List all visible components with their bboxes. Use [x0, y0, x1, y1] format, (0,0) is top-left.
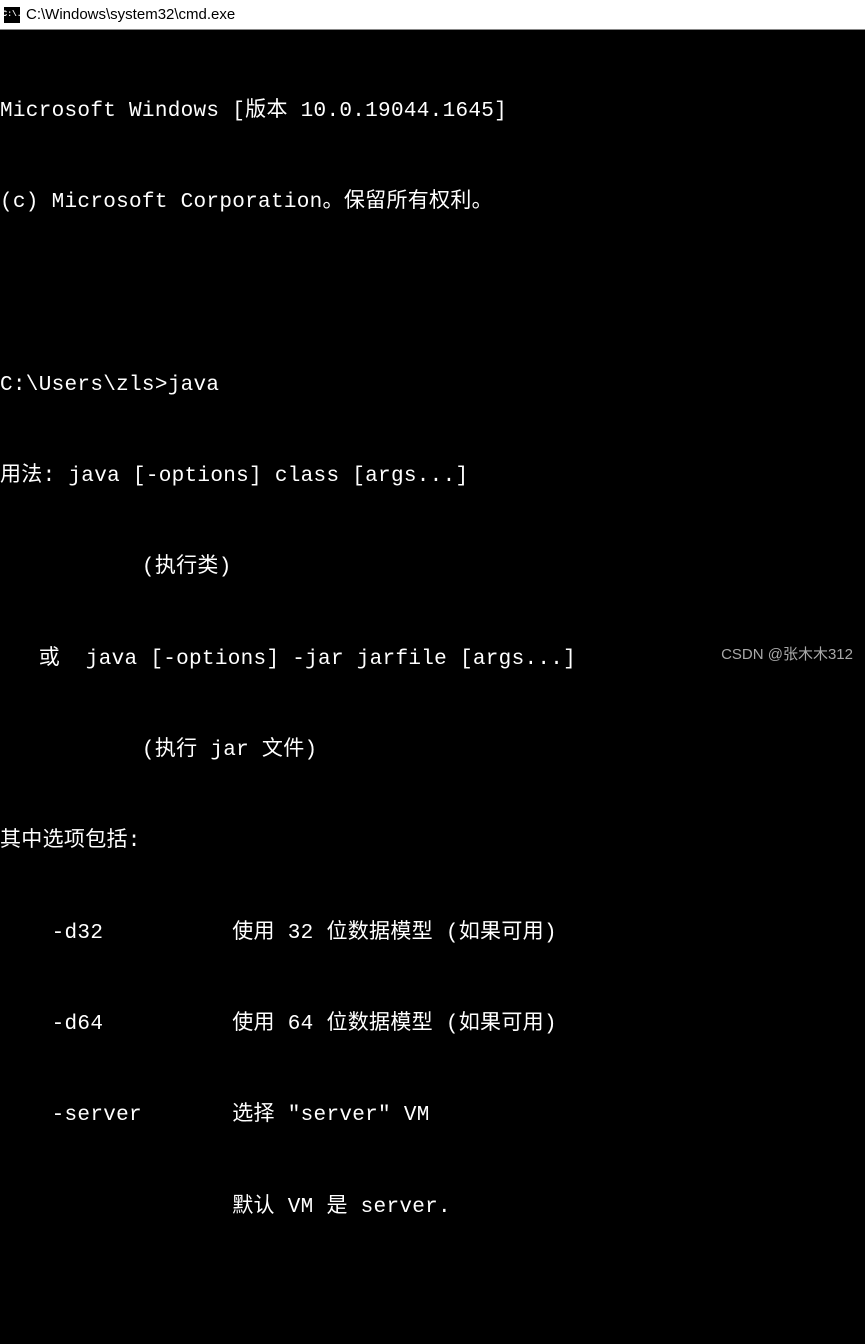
window-titlebar[interactable]: C:\. C:\Windows\system32\cmd.exe	[0, 0, 865, 30]
terminal-line: 默认 VM 是 server.	[0, 1193, 865, 1223]
terminal-line: 其中选项包括:	[0, 827, 865, 857]
terminal-line: (执行 jar 文件)	[0, 736, 865, 766]
terminal-line: (执行类)	[0, 553, 865, 583]
terminal-line: 用法: java [-options] class [args...]	[0, 462, 865, 492]
terminal-output[interactable]: Microsoft Windows [版本 10.0.19044.1645] (…	[0, 30, 865, 1344]
terminal-line	[0, 280, 865, 310]
terminal-line: -server 选择 "server" VM	[0, 1101, 865, 1131]
terminal-line: Microsoft Windows [版本 10.0.19044.1645]	[0, 97, 865, 127]
terminal-line	[0, 1284, 865, 1314]
terminal-line: -d32 使用 32 位数据模型 (如果可用)	[0, 919, 865, 949]
terminal-line: (c) Microsoft Corporation。保留所有权利。	[0, 188, 865, 218]
terminal-line: C:\Users\zls>java	[0, 371, 865, 401]
watermark-text: CSDN @张木木312	[721, 643, 853, 664]
cmd-icon: C:\.	[4, 7, 20, 23]
terminal-line: -d64 使用 64 位数据模型 (如果可用)	[0, 1010, 865, 1040]
window-title: C:\Windows\system32\cmd.exe	[26, 6, 235, 23]
